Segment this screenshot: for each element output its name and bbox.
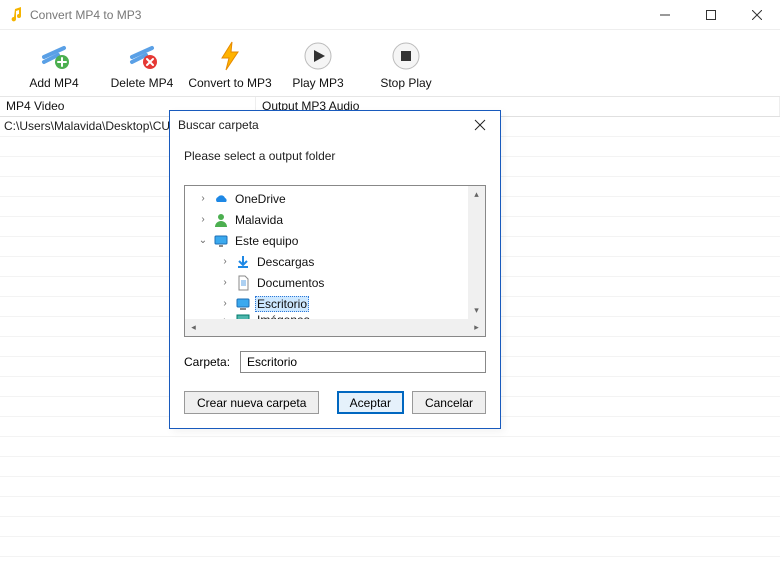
play-mp3-button[interactable]: Play MP3 bbox=[274, 36, 362, 92]
document-icon bbox=[235, 275, 251, 291]
table-row bbox=[0, 477, 780, 497]
tree-node-downloads[interactable]: › Descargas bbox=[187, 251, 466, 272]
tree-label: Este equipo bbox=[233, 233, 300, 249]
chevron-right-icon[interactable]: › bbox=[219, 277, 231, 288]
tree-node-this-pc[interactable]: ⌄ Este equipo bbox=[187, 230, 466, 251]
stop-icon bbox=[388, 38, 424, 74]
tree-node-documents[interactable]: › Documentos bbox=[187, 272, 466, 293]
vertical-scrollbar[interactable]: ▴ ▾ bbox=[468, 186, 485, 319]
scroll-right-icon[interactable]: ▸ bbox=[468, 319, 485, 336]
titlebar: Convert MP4 to MP3 bbox=[0, 0, 780, 30]
ok-button[interactable]: Aceptar bbox=[337, 391, 404, 414]
stop-label: Stop Play bbox=[380, 76, 431, 90]
tree-node-desktop[interactable]: › Escritorio bbox=[187, 293, 466, 314]
table-row bbox=[0, 497, 780, 517]
scroll-up-icon[interactable]: ▴ bbox=[468, 186, 485, 203]
tree-node-user[interactable]: › Malavida bbox=[187, 209, 466, 230]
add-mp4-button[interactable]: Add MP4 bbox=[10, 36, 98, 92]
add-file-icon bbox=[36, 38, 72, 74]
table-row bbox=[0, 517, 780, 537]
new-folder-button[interactable]: Crear nueva carpeta bbox=[184, 391, 319, 414]
delete-mp4-button[interactable]: Delete MP4 bbox=[98, 36, 186, 92]
delete-file-icon bbox=[124, 38, 160, 74]
table-row bbox=[0, 457, 780, 477]
chevron-right-icon[interactable]: › bbox=[197, 193, 209, 204]
toolbar: Add MP4 Delete MP4 Convert to MP3 Play M… bbox=[0, 30, 780, 97]
dialog-instruction: Please select a output folder bbox=[184, 149, 486, 163]
app-music-note-icon bbox=[8, 7, 24, 23]
folder-tree: › OneDrive › Malavida ⌄ Este equipo › bbox=[184, 185, 486, 337]
dialog-titlebar: Buscar carpeta bbox=[170, 111, 500, 139]
dialog-close-button[interactable] bbox=[468, 113, 492, 137]
tree-label: Descargas bbox=[255, 254, 316, 270]
window-controls bbox=[642, 0, 780, 30]
onedrive-icon bbox=[213, 191, 229, 207]
download-arrow-icon bbox=[235, 254, 251, 270]
dialog-buttons: Crear nueva carpeta Aceptar Cancelar bbox=[184, 391, 486, 414]
tree-node-onedrive[interactable]: › OneDrive bbox=[187, 188, 466, 209]
table-row bbox=[0, 537, 780, 557]
folder-label: Carpeta: bbox=[184, 355, 230, 369]
tree-label: Malavida bbox=[233, 212, 285, 228]
tree-label: OneDrive bbox=[233, 191, 288, 207]
chevron-right-icon[interactable]: › bbox=[219, 298, 231, 309]
browse-folder-dialog: Buscar carpeta Please select a output fo… bbox=[169, 110, 501, 429]
window-title: Convert MP4 to MP3 bbox=[30, 8, 642, 22]
chevron-down-icon[interactable]: ⌄ bbox=[197, 235, 209, 246]
folder-row: Carpeta: bbox=[184, 351, 486, 373]
minimize-button[interactable] bbox=[642, 0, 688, 30]
convert-button[interactable]: Convert to MP3 bbox=[186, 36, 274, 92]
chevron-right-icon[interactable]: › bbox=[197, 214, 209, 225]
tree-label: Documentos bbox=[255, 275, 326, 291]
table-row bbox=[0, 437, 780, 457]
tree-viewport[interactable]: › OneDrive › Malavida ⌄ Este equipo › bbox=[185, 186, 468, 319]
close-icon bbox=[474, 119, 486, 131]
play-label: Play MP3 bbox=[292, 76, 343, 90]
stop-play-button[interactable]: Stop Play bbox=[362, 36, 450, 92]
scroll-left-icon[interactable]: ◂ bbox=[185, 319, 202, 336]
chevron-right-icon[interactable]: › bbox=[219, 256, 231, 267]
tree-label: Escritorio bbox=[255, 296, 309, 312]
horizontal-scrollbar[interactable]: ◂ ▸ bbox=[185, 319, 485, 336]
folder-input[interactable] bbox=[240, 351, 486, 373]
convert-label: Convert to MP3 bbox=[188, 76, 271, 90]
desktop-icon bbox=[235, 296, 251, 312]
lightning-convert-icon bbox=[212, 38, 248, 74]
close-button[interactable] bbox=[734, 0, 780, 30]
monitor-icon bbox=[213, 233, 229, 249]
cancel-button[interactable]: Cancelar bbox=[412, 391, 486, 414]
play-icon bbox=[300, 38, 336, 74]
dialog-title: Buscar carpeta bbox=[178, 118, 468, 132]
add-mp4-label: Add MP4 bbox=[29, 76, 78, 90]
delete-mp4-label: Delete MP4 bbox=[111, 76, 174, 90]
user-icon bbox=[213, 212, 229, 228]
scroll-down-icon[interactable]: ▾ bbox=[468, 302, 485, 319]
maximize-button[interactable] bbox=[688, 0, 734, 30]
